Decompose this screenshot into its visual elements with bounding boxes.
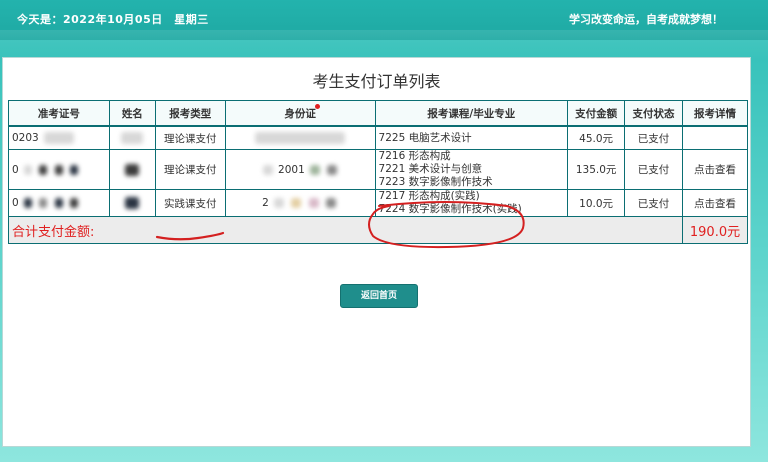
courses-cell: 7225 电脑艺术设计: [374, 125, 569, 150]
course-line: 7224 数字影像制作技术(实践): [378, 203, 522, 215]
redacted-mark: [70, 198, 79, 208]
redacted-mark: [310, 164, 321, 175]
redacted-mark: [39, 198, 48, 208]
payment-orders-table: 准考证号 姓名 报考类型 身份证 报考课程/毕业专业 支付金额 支付状态 报考详…: [8, 100, 749, 244]
red-dot-annotation: [315, 104, 320, 109]
header-type: 报考类型: [154, 100, 226, 127]
total-row: 合计支付金额: 190.0元: [8, 216, 749, 244]
header-id-card: 身份证: [224, 100, 376, 127]
redacted-mark: [44, 132, 75, 144]
course-line: 7223 数字影像制作技术: [378, 176, 493, 188]
table-row: 0 实践课支付 2 7217 形态构成(实践) 7224 数字影像制作技术(实践…: [8, 189, 749, 217]
course-line: 7221 美术设计与创意: [378, 163, 483, 175]
type-cell: 理论课支付: [154, 125, 226, 150]
total-value: 190.0元: [681, 216, 749, 244]
back-home-button[interactable]: 返回首页: [340, 284, 418, 308]
redacted-mark: [125, 197, 140, 209]
redacted-mark: [24, 198, 33, 208]
current-date: 今天是：2022年10月05日 星期三: [17, 13, 209, 26]
id-card-cell: 2: [224, 189, 376, 217]
redacted-mark: [262, 164, 273, 175]
table-row: 0203 理论课支付 7225 电脑艺术设计 45.0元 已支付: [8, 125, 749, 150]
order-list-panel: 考生支付订单列表 准考证号 姓名 报考类型 身份证 报考课程/毕业专业 支付金额…: [2, 57, 751, 447]
exam-id-text: 0203: [12, 132, 39, 144]
header-wave-decoration: [0, 30, 768, 60]
name-cell: [108, 125, 156, 150]
courses-cell: 7216 形态构成 7221 美术设计与创意 7223 数字影像制作技术: [374, 149, 569, 190]
status-cell: 已支付: [624, 189, 683, 217]
detail-cell: [681, 125, 749, 150]
exam-id-cell: 0: [8, 149, 110, 190]
redacted-mark: [54, 198, 63, 208]
header-exam-id: 准考证号: [8, 100, 110, 127]
name-cell: [108, 189, 156, 217]
header-courses: 报考课程/毕业专业: [374, 100, 569, 127]
redacted-mark: [39, 164, 48, 175]
redacted-mark: [255, 132, 346, 144]
type-cell: 理论课支付: [154, 149, 226, 190]
exam-id-cell: 0: [8, 189, 110, 217]
redacted-mark: [327, 164, 338, 175]
detail-link[interactable]: 点击查看: [681, 149, 749, 190]
id-card-cell: 2001: [224, 149, 376, 190]
id-card-text: 2: [262, 197, 269, 209]
amount-cell: 10.0元: [567, 189, 626, 217]
courses-cell: 7217 形态构成(实践) 7224 数字影像制作技术(实践): [374, 189, 569, 217]
amount-cell: 45.0元: [567, 125, 626, 150]
id-card-cell: [224, 125, 376, 150]
table-row: 0 理论课支付 2001 7216 形态构成 7221 美术设计与创意 7223…: [8, 149, 749, 190]
header-status: 支付状态: [624, 100, 683, 127]
slogan: 学习改变命运，自考成就梦想！: [569, 13, 723, 26]
redacted-mark: [308, 198, 319, 208]
type-cell: 实践课支付: [154, 189, 226, 217]
exam-id-text: 0: [12, 197, 19, 209]
header-detail: 报考详情: [681, 100, 749, 127]
exam-id-cell: 0203: [8, 125, 110, 150]
course-line: 7217 形态构成(实践): [378, 190, 480, 202]
page-title: 考生支付订单列表: [312, 72, 441, 91]
redacted-mark: [274, 198, 285, 208]
id-card-text: 2001: [278, 163, 305, 176]
header-name: 姓名: [108, 100, 156, 127]
name-cell: [108, 149, 156, 190]
header-amount: 支付金额: [567, 100, 626, 127]
course-line: 7216 形态构成: [378, 150, 451, 162]
amount-cell: 135.0元: [567, 149, 626, 190]
redacted-mark: [70, 164, 79, 175]
redacted-mark: [326, 198, 337, 208]
exam-id-text: 0: [12, 163, 19, 176]
status-cell: 已支付: [624, 149, 683, 190]
status-cell: 已支付: [624, 125, 683, 150]
redacted-mark: [54, 164, 63, 175]
redacted-mark: [24, 164, 33, 175]
detail-link[interactable]: 点击查看: [681, 189, 749, 217]
redacted-mark: [121, 132, 144, 144]
course-line: 7225 电脑艺术设计: [378, 131, 472, 144]
redacted-mark: [125, 163, 140, 176]
total-label: 合计支付金额:: [8, 216, 683, 244]
table-header-row: 准考证号 姓名 报考类型 身份证 报考课程/毕业专业 支付金额 支付状态 报考详…: [8, 100, 749, 127]
redacted-mark: [291, 198, 302, 208]
